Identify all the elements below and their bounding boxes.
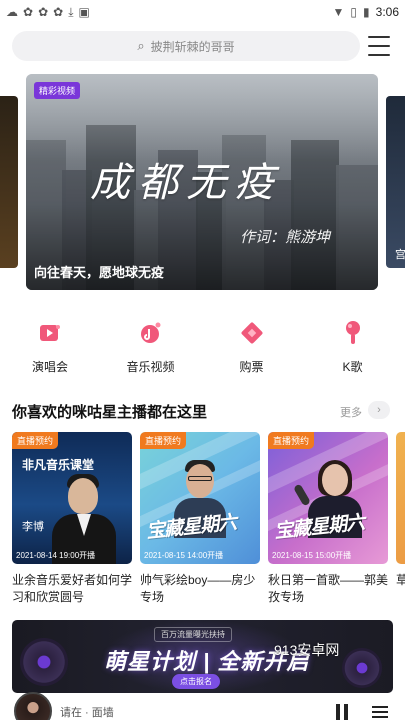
menu-icon[interactable] <box>368 36 390 56</box>
promo-signup-button[interactable]: 点击报名 <box>172 674 220 689</box>
search-placeholder: 披荆斩棘的哥哥 <box>150 39 235 54</box>
live-reservation-badge: 直播预约 <box>268 432 315 449</box>
card-date: 2021-08-15 14:00开播 <box>144 551 224 560</box>
anchor-card[interactable]: 草 <box>396 432 405 606</box>
download-icon: ⤓ <box>68 4 74 19</box>
quick-item-concert[interactable]: 演唱会 <box>0 320 100 380</box>
card-cover: 宝藏星期六 直播预约 2021-08-15 14:00开播 <box>140 432 260 564</box>
section-title: 你喜欢的咪咕星主播都在这里 <box>12 404 208 421</box>
anchor-card-list: 非凡音乐课堂 李博 直播预约 2021-08-14 19:00开播 业余音乐爱好… <box>0 432 405 607</box>
notification-icon: ☁ <box>6 5 18 19</box>
now-playing-title: 请在 · 面墙 <box>60 707 114 719</box>
pause-icon[interactable] <box>336 704 350 720</box>
status-time: 3:06 <box>375 5 399 19</box>
card-host-name: 李博 <box>22 520 44 533</box>
vinyl-disc-icon <box>20 638 68 686</box>
battery-icon: ▮ <box>363 5 370 19</box>
card-title: 草 <box>396 573 405 587</box>
banner-caption: 向往春天，愿地球无疫 <box>34 265 165 280</box>
card-cover: 非凡音乐课堂 李博 直播预约 2021-08-14 19:00开播 <box>12 432 132 564</box>
card-date: 2021-08-14 19:00开播 <box>16 551 96 560</box>
card-title: 业余音乐爱好者如何学习和欣赏圆号 <box>12 573 132 604</box>
mini-player[interactable]: 请在 · 面墙 <box>0 692 405 720</box>
app-notification-icon: ✿ <box>38 5 49 19</box>
playlist-icon[interactable] <box>372 706 388 718</box>
status-bar: ☁ ✿ ✿ ✿ ⤓ ▣ ▼ ▯ ▮ 3:06 <box>0 0 405 24</box>
promo-subtitle: 百万流量曝光扶持 <box>154 627 232 642</box>
vinyl-disc-icon <box>342 648 382 688</box>
ticket-icon <box>239 320 265 346</box>
anchor-card[interactable]: 非凡音乐课堂 李博 直播预约 2021-08-14 19:00开播 业余音乐爱好… <box>12 432 132 606</box>
quick-menu: 演唱会 音乐视频 购票 K歌 <box>0 320 405 380</box>
live-reservation-badge: 直播预约 <box>140 432 187 449</box>
wifi-icon: ▼ <box>332 5 345 19</box>
anchor-card[interactable]: 宝藏星期六 直播预约 2021-08-15 14:00开播 帅气彩绘boy——房… <box>140 432 260 606</box>
quick-item-karaoke[interactable]: K歌 <box>302 320 403 380</box>
image-icon: ▣ <box>78 5 90 19</box>
watermark: 913安卓网 <box>274 642 340 658</box>
album-art[interactable] <box>14 692 52 720</box>
search-bar[interactable]: ⌕ 披荆斩棘的哥哥 <box>12 31 360 61</box>
music-video-icon <box>138 320 164 346</box>
live-reservation-badge: 直播预约 <box>12 432 59 449</box>
card-title: 帅气彩绘boy——房少专场 <box>140 573 256 604</box>
card-brand: 非凡音乐课堂 <box>22 458 95 472</box>
quick-item-music-video[interactable]: 音乐视频 <box>100 320 201 380</box>
carousel-next-slide[interactable]: 宫 <box>386 96 405 268</box>
search-icon: ⌕ <box>137 38 145 53</box>
section-more-link[interactable]: 更多 <box>340 404 362 420</box>
card-date: 2021-08-15 15:00开播 <box>272 551 352 560</box>
card-cover <box>396 432 405 564</box>
anchor-card[interactable]: 宝藏星期六 直播预约 2021-08-15 15:00开播 秋日第一首歌——郭美… <box>268 432 388 606</box>
card-title: 秋日第一首歌——郭美孜专场 <box>268 573 388 604</box>
concert-icon <box>37 320 63 346</box>
carousel-prev-slide[interactable] <box>0 96 18 268</box>
quick-item-ticket[interactable]: 购票 <box>201 320 302 380</box>
banner-credit: 作词：熊游坤 <box>240 228 331 246</box>
app-notification-icon: ✿ <box>53 5 64 19</box>
featured-banner[interactable]: 精彩视频 成都无疫 作词：熊游坤 向往春天，愿地球无疫 <box>26 74 378 290</box>
banner-tag: 精彩视频 <box>34 82 81 99</box>
card-cover: 宝藏星期六 直播预约 2021-08-15 15:00开播 <box>268 432 388 564</box>
microphone-icon <box>340 320 366 346</box>
app-notification-icon: ✿ <box>23 5 34 19</box>
no-sim-icon: ▯ <box>350 5 358 19</box>
chevron-right-icon[interactable]: › <box>368 401 390 419</box>
banner-title: 成都无疫 <box>90 160 282 206</box>
